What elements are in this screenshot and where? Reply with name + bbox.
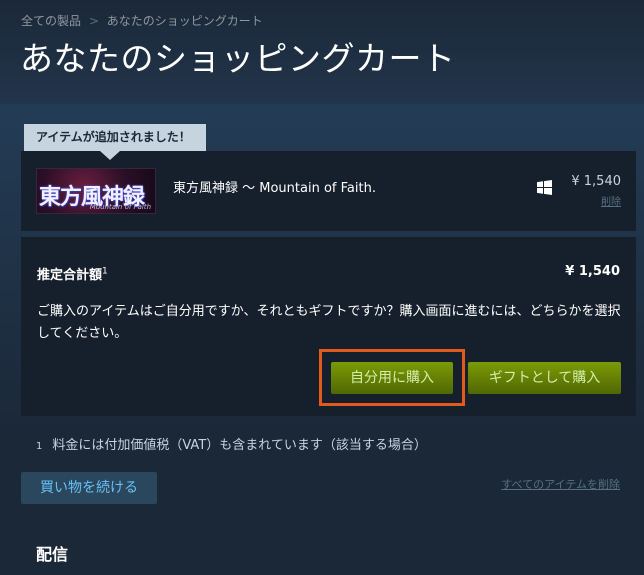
continue-shopping-button[interactable]: 買い物を続ける xyxy=(21,472,157,504)
estimated-total-text: 推定合計額 xyxy=(37,268,103,283)
breadcrumb: 全ての製品 > あなたのショッピングカート xyxy=(21,12,263,29)
vat-footnote: 1 料金には付加価値税（VAT）も含まれています（該当する場合） xyxy=(36,434,427,453)
breadcrumb-separator: > xyxy=(88,14,99,28)
item-added-notice: アイテムが追加されました！ xyxy=(24,124,206,151)
breadcrumb-current[interactable]: あなたのショッピングカート xyxy=(107,14,263,28)
notice-arrow xyxy=(100,151,120,160)
purchase-type-question: ご購入のアイテムはご自分用ですか、それともギフトですか？購入画面に進むには、どち… xyxy=(37,304,621,341)
item-name-link[interactable]: 東方風神録 ～ Mountain of Faith. xyxy=(173,177,376,196)
delivery-section-title: 配信 xyxy=(36,545,69,564)
footnote-text: 料金には付加価値税（VAT）も含まれています（該当する場合） xyxy=(52,438,427,453)
purchase-for-self-button[interactable]: 自分用に購入 xyxy=(331,362,453,394)
remove-all-items-link[interactable]: すべてのアイテムを削除 xyxy=(501,476,620,492)
breadcrumb-root[interactable]: 全ての製品 xyxy=(21,14,81,28)
remove-item-link[interactable]: 削除 xyxy=(601,193,621,208)
footnote-number: 1 xyxy=(36,441,43,452)
estimated-total-label: 推定合計額1 xyxy=(37,264,108,283)
purchase-as-gift-button[interactable]: ギフトとして購入 xyxy=(468,362,621,394)
game-capsule-image[interactable]: 東方風神録 Mountain of Faith xyxy=(36,168,156,214)
estimated-total-value: ¥ 1,540 xyxy=(565,264,620,279)
cart-item-row: 東方風神録 Mountain of Faith 東方風神録 ～ Mountain… xyxy=(21,151,636,231)
checkout-summary: 推定合計額1 ¥ 1,540 ご購入のアイテムはご自分用ですか、それともギフトで… xyxy=(21,237,636,416)
item-price: ¥ 1,540 xyxy=(571,174,621,189)
windows-icon xyxy=(537,180,552,195)
page-header: 全ての製品 > あなたのショッピングカート あなたのショッピングカート xyxy=(0,0,644,104)
page-title: あなたのショッピングカート xyxy=(20,39,456,78)
capsule-subtitle-art: Mountain of Faith xyxy=(89,203,151,211)
total-footnote-mark: 1 xyxy=(102,266,108,277)
